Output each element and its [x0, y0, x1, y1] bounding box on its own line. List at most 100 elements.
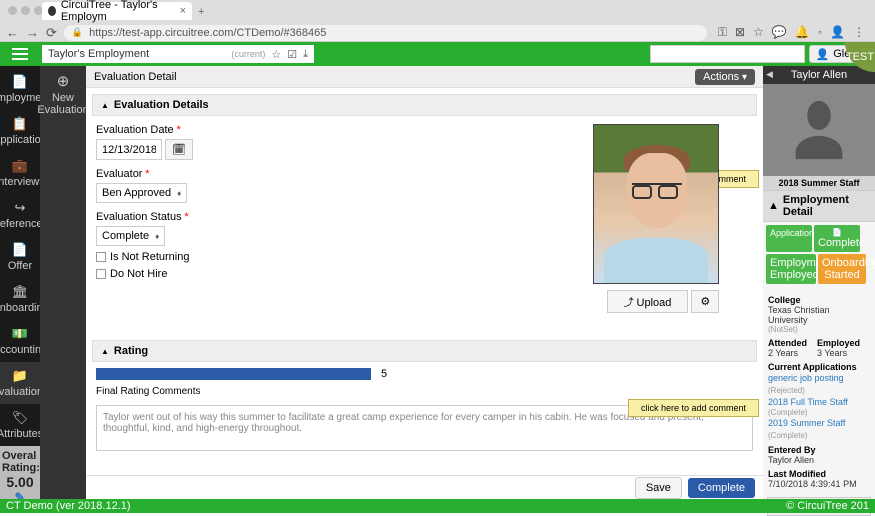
- traffic-lights: [8, 6, 43, 15]
- person-name: Taylor Allen: [791, 69, 847, 81]
- share-icon: ↪: [15, 200, 26, 216]
- back-icon[interactable]: ←: [6, 25, 19, 40]
- upload-button[interactable]: ⤴ Upload: [607, 290, 689, 313]
- tab-title: CircuiTree - Taylor's Employm: [61, 0, 175, 23]
- right-panel: ◀ Taylor Allen 2018 Summer Staff ▲Employ…: [763, 66, 875, 499]
- select-arrow-icon: ♦: [155, 232, 159, 241]
- url-bar[interactable]: 🔒 https://test-app.circuitree.com/CTDemo…: [64, 25, 707, 41]
- briefcase-icon: 💼: [12, 158, 28, 174]
- label-enteredby: Entered By: [768, 445, 870, 455]
- new-tab-button[interactable]: +: [198, 6, 204, 18]
- value-employed: 3 Years: [817, 348, 860, 358]
- gear-icon: ⚙: [700, 296, 710, 308]
- status-select[interactable]: Complete♦: [96, 226, 165, 246]
- employee-photo: [593, 124, 719, 284]
- url-text: https://test-app.circuitree.com/CTDemo/#…: [89, 27, 326, 39]
- nav-application[interactable]: 📋Application: [0, 110, 40, 152]
- nav-interviews[interactable]: 💼Interviews: [0, 152, 40, 194]
- photo-block: ⤴ Upload ⚙: [593, 124, 733, 313]
- favicon-icon: [48, 6, 56, 16]
- folder-icon: 📁: [12, 368, 28, 384]
- notif-icon[interactable]: 🔔: [795, 25, 810, 40]
- nav-employment[interactable]: 📄Employment: [0, 68, 40, 110]
- forward-icon[interactable]: →: [26, 25, 39, 40]
- close-tab-icon[interactable]: ×: [180, 5, 186, 17]
- reload-icon[interactable]: ⟳: [46, 25, 57, 41]
- left-rail: 📄Employment 📋Application 💼Interviews ↪Re…: [0, 66, 40, 499]
- avatar-icon[interactable]: 👤: [830, 25, 845, 40]
- value-college: Texas Christian University: [768, 305, 870, 325]
- app-header: Taylor's Employment (current) ☆ ☑ ⤓ 👤 Gl…: [0, 42, 875, 66]
- lock-icon: 🔒: [72, 27, 83, 38]
- rating-bar: 5: [96, 368, 753, 380]
- add-comment-rating[interactable]: click here to add comment: [628, 399, 759, 417]
- person-silhouette-icon: [784, 90, 854, 170]
- edit-icon[interactable]: ☑: [287, 48, 297, 61]
- link-app2[interactable]: 2018 Full Time Staff: [768, 397, 848, 407]
- nav-evaluations[interactable]: 📁Evaluations: [0, 362, 40, 404]
- label-curapps: Current Applications: [768, 362, 870, 372]
- money-icon: 💵: [12, 326, 28, 342]
- calendar-button[interactable]: 🗓: [165, 139, 193, 160]
- section-rating[interactable]: ▲ Rating: [92, 340, 757, 362]
- translate-icon[interactable]: ⊠: [735, 25, 745, 40]
- sub-new-evaluation[interactable]: ⊕ New Evaluation: [40, 66, 86, 122]
- section-evaluation-details[interactable]: ▲ Evaluation Details: [92, 94, 757, 116]
- sub-rail: ⊕ New Evaluation: [40, 66, 86, 499]
- doc-icon: 📄: [12, 74, 28, 90]
- actions-dropdown[interactable]: Actions ▾: [695, 69, 755, 85]
- nav-references[interactable]: ↪References: [0, 194, 40, 236]
- avatar: [763, 84, 875, 176]
- label-modified: Last Modified: [768, 469, 870, 479]
- form-area: Evaluation Date * 🗓 Evaluator * Ben Appr…: [96, 124, 753, 334]
- apps-icon[interactable]: ◦: [818, 25, 822, 40]
- value-modified: 7/10/2018 4:39:41 PM: [768, 479, 870, 489]
- status-cards: Application 📄 Complete EmploymentEmploye…: [763, 222, 875, 287]
- key-icon[interactable]: ⚿: [718, 25, 727, 40]
- save-button[interactable]: Save: [635, 477, 682, 499]
- page-title: Evaluation Detail: [94, 71, 177, 83]
- checkbox-icon: [96, 252, 106, 262]
- nav-offer[interactable]: 📄Offer: [0, 236, 40, 278]
- value-enteredby: Taylor Allen: [768, 455, 870, 465]
- calendar-icon: 🗓: [172, 144, 186, 156]
- rating-fill: [96, 368, 371, 380]
- chat-icon[interactable]: 💬: [772, 25, 787, 40]
- value-college-status: (NotSet): [768, 325, 870, 334]
- card-application[interactable]: Application: [766, 225, 812, 252]
- menu-icon[interactable]: ⋮: [853, 25, 865, 40]
- version-label: CT Demo (ver 2018.12.1): [6, 500, 131, 512]
- emp-detail-bar[interactable]: ▲Employment Detail: [763, 190, 875, 222]
- eval-date-input[interactable]: [96, 139, 162, 160]
- triangle-left-icon[interactable]: ◀: [766, 69, 773, 80]
- complete-button[interactable]: Complete: [688, 478, 755, 498]
- main-panel: Evaluation Detail Actions ▾ ▲ Evaluation…: [86, 66, 763, 499]
- copyright: © CircuiTree 201: [786, 500, 869, 512]
- photo-settings-button[interactable]: ⚙: [691, 290, 719, 313]
- card-employment[interactable]: EmploymentEmployed: [766, 254, 816, 284]
- nav-accounting[interactable]: 💵Accounting: [0, 320, 40, 362]
- download-icon[interactable]: ⤓: [303, 48, 308, 61]
- favorite-icon[interactable]: ☆: [271, 48, 281, 61]
- global-search-input[interactable]: [650, 45, 805, 63]
- offer-icon: 📄: [12, 242, 28, 258]
- checkbox-icon: [96, 269, 106, 279]
- clip-icon: 📋: [12, 116, 28, 132]
- star-icon[interactable]: ☆: [753, 25, 764, 40]
- rating-track[interactable]: [96, 368, 371, 380]
- browser-tab[interactable]: CircuiTree - Taylor's Employm ×: [42, 2, 192, 20]
- info-block: College Texas Christian University (NotS…: [763, 287, 875, 493]
- select-arrow-icon: ♦: [177, 189, 181, 198]
- url-toolbar: ← → ⟳ 🔒 https://test-app.circuitree.com/…: [0, 23, 875, 42]
- nav-attributes[interactable]: 🏷Attributes: [0, 404, 40, 446]
- card-onboarding[interactable]: OnboardingStarted: [818, 254, 866, 284]
- evaluator-select[interactable]: Ben Approved♦: [96, 183, 187, 203]
- action-footer: Save Complete: [86, 475, 763, 499]
- link-app3[interactable]: 2019 Summer Staff: [768, 418, 845, 428]
- link-app1[interactable]: generic job posting: [768, 373, 844, 383]
- page-header: Evaluation Detail Actions ▾: [86, 66, 763, 88]
- nav-onboarding[interactable]: 🏛Onboarding: [0, 278, 40, 320]
- browser-chrome: CircuiTree - Taylor's Employm × + ← → ⟳ …: [0, 0, 875, 42]
- hamburger-icon[interactable]: [0, 42, 40, 66]
- collapse-icon: ▲: [101, 347, 109, 356]
